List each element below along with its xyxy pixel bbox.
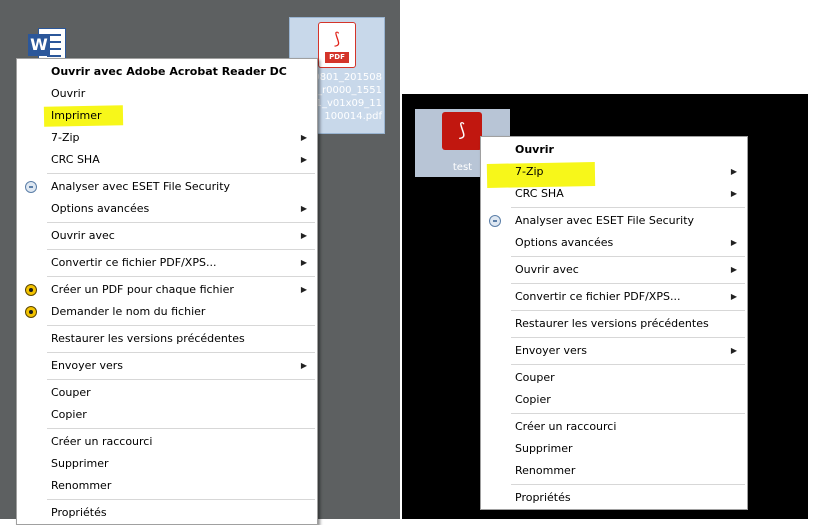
context-menu-left: Ouvrir avec Adobe Acrobat Reader DC Ouvr…	[16, 58, 318, 525]
menu-item-create-shortcut[interactable]: Créer un raccourci	[17, 431, 317, 453]
menu-item-properties[interactable]: Propriétés	[17, 502, 317, 524]
menu-separator	[511, 310, 745, 311]
eset-shield-icon	[25, 181, 37, 193]
menu-separator	[47, 325, 315, 326]
chevron-right-icon: ▶	[300, 361, 307, 370]
word-badge: W	[28, 34, 50, 56]
pdf-creator-icon	[25, 284, 37, 296]
menu-item-rename[interactable]: Renommer	[17, 475, 317, 497]
word-document-icon[interactable]: W	[24, 26, 68, 62]
menu-item-open-with[interactable]: Ouvrir avec ▶	[481, 259, 747, 281]
menu-item-cut[interactable]: Couper	[481, 367, 747, 389]
menu-item-eset-scan[interactable]: Analyser avec ESET File Security	[17, 176, 317, 198]
menu-item-delete[interactable]: Supprimer	[481, 438, 747, 460]
menu-item-eset-scan[interactable]: Analyser avec ESET File Security	[481, 210, 747, 232]
menu-item-open-with-acrobat[interactable]: Ouvrir avec Adobe Acrobat Reader DC	[17, 61, 317, 83]
menu-item-convert-pdf-xps[interactable]: Convertir ce fichier PDF/XPS... ▶	[481, 286, 747, 308]
context-menu-right: Ouvrir 7-Zip ▶ CRC SHA ▶ Analyser avec ESE…	[480, 136, 748, 510]
menu-item-copy[interactable]: Copier	[17, 404, 317, 426]
menu-separator	[511, 283, 745, 284]
menu-separator	[47, 428, 315, 429]
menu-item-open-with[interactable]: Ouvrir avec ▶	[17, 225, 317, 247]
acrobat-glyph-icon: ⟆	[333, 29, 341, 48]
menu-item-convert-pdf-xps[interactable]: Convertir ce fichier PDF/XPS... ▶	[17, 252, 317, 274]
menu-item-crc-sha[interactable]: CRC SHA ▶	[481, 183, 747, 205]
menu-item-ask-file-name[interactable]: Demander le nom du fichier	[17, 301, 317, 323]
chevron-right-icon: ▶	[300, 155, 307, 164]
menu-item-open[interactable]: Ouvrir	[481, 139, 747, 161]
chevron-right-icon: ▶	[300, 285, 307, 294]
menu-item-create-shortcut[interactable]: Créer un raccourci	[481, 416, 747, 438]
pdf-tag: PDF	[325, 52, 349, 63]
pdf-file-icon: ⟆ PDF	[318, 22, 356, 68]
chevron-right-icon: ▶	[730, 189, 737, 198]
menu-separator	[511, 484, 745, 485]
menu-separator	[47, 499, 315, 500]
menu-item-7zip[interactable]: 7-Zip ▶	[17, 127, 317, 149]
menu-item-delete[interactable]: Supprimer	[17, 453, 317, 475]
menu-item-rename[interactable]: Renommer	[481, 460, 747, 482]
menu-item-restore-versions[interactable]: Restaurer les versions précédentes	[17, 328, 317, 350]
menu-item-restore-versions[interactable]: Restaurer les versions précédentes	[481, 313, 747, 335]
menu-item-advanced-options[interactable]: Options avancées ▶	[17, 198, 317, 220]
menu-separator	[47, 352, 315, 353]
menu-separator	[47, 249, 315, 250]
chevron-right-icon: ▶	[300, 133, 307, 142]
menu-item-print[interactable]: Imprimer	[17, 105, 317, 127]
acrobat-glyph-icon: ⟆	[458, 120, 466, 141]
chevron-right-icon: ▶	[730, 167, 737, 176]
chevron-right-icon: ▶	[730, 292, 737, 301]
menu-item-send-to[interactable]: Envoyer vers ▶	[481, 340, 747, 362]
chevron-right-icon: ▶	[300, 258, 307, 267]
menu-separator	[47, 379, 315, 380]
menu-item-create-pdf[interactable]: Créer un PDF pour chaque fichier ▶	[17, 279, 317, 301]
eset-shield-icon	[489, 215, 501, 227]
menu-separator	[511, 364, 745, 365]
menu-separator	[511, 256, 745, 257]
chevron-right-icon: ▶	[300, 231, 307, 240]
chevron-right-icon: ▶	[300, 204, 307, 213]
menu-separator	[47, 276, 315, 277]
chevron-right-icon: ▶	[730, 238, 737, 247]
menu-item-advanced-options[interactable]: Options avancées ▶	[481, 232, 747, 254]
menu-item-7zip[interactable]: 7-Zip ▶	[481, 161, 747, 188]
chevron-right-icon: ▶	[730, 346, 737, 355]
menu-item-crc-sha[interactable]: CRC SHA ▶	[17, 149, 317, 171]
acrobat-pdf-icon: ⟆	[442, 112, 482, 150]
pdf-creator-icon	[25, 306, 37, 318]
menu-separator	[511, 413, 745, 414]
chevron-right-icon: ▶	[730, 265, 737, 274]
menu-separator	[47, 173, 315, 174]
menu-separator	[511, 207, 745, 208]
menu-item-properties[interactable]: Propriétés	[481, 487, 747, 509]
menu-item-copy[interactable]: Copier	[481, 389, 747, 411]
menu-item-open[interactable]: Ouvrir	[17, 83, 317, 105]
menu-separator	[511, 337, 745, 338]
menu-separator	[47, 222, 315, 223]
menu-item-cut[interactable]: Couper	[17, 382, 317, 404]
menu-item-send-to[interactable]: Envoyer vers ▶	[17, 355, 317, 377]
